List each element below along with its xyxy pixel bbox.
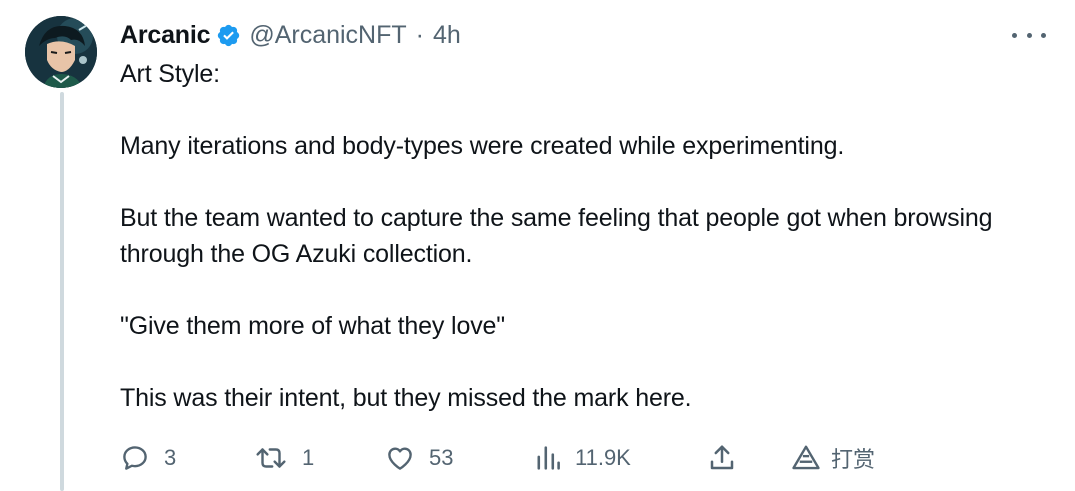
heart-icon xyxy=(388,447,412,470)
tweet-timestamp[interactable]: 4h xyxy=(433,21,461,50)
tip-triangle-icon xyxy=(792,445,820,470)
tip-button[interactable]: 打赏 xyxy=(791,434,875,482)
share-button[interactable] xyxy=(707,434,737,482)
retweet-button[interactable]: 1 xyxy=(254,434,314,482)
avatar[interactable] xyxy=(25,16,97,88)
views-button[interactable]: 11.9K xyxy=(535,434,631,482)
tweet-action-bar: 3 1 53 11.9K 打赏 xyxy=(0,434,1075,482)
views-count: 11.9K xyxy=(575,445,631,470)
anime-character-avatar-icon xyxy=(25,16,97,88)
tweet-text-line: But the team wanted to capture the same … xyxy=(120,204,993,268)
reply-count: 3 xyxy=(164,445,177,470)
tweet-text-line: Many iterations and body-types were crea… xyxy=(120,132,845,160)
tweet-text-line: Art Style: xyxy=(120,60,220,88)
share-upload-icon xyxy=(710,445,734,470)
reply-bubble-icon xyxy=(123,446,147,470)
ellipsis-icon[interactable] xyxy=(1012,26,1046,44)
author-display-name[interactable]: Arcanic xyxy=(120,21,211,50)
thread-connector-line xyxy=(60,92,64,491)
tip-label: 打赏 xyxy=(831,447,876,472)
tweet-text-line: "Give them more of what they love" xyxy=(120,312,506,340)
verified-badge-icon xyxy=(216,23,241,48)
like-button[interactable]: 53 xyxy=(385,434,453,482)
separator-dot: · xyxy=(415,20,424,49)
retweet-count: 1 xyxy=(302,445,315,470)
reply-button[interactable]: 3 xyxy=(120,434,176,482)
author-handle[interactable]: @ArcanicNFT xyxy=(249,21,406,50)
like-count: 53 xyxy=(429,445,454,470)
analytics-bars-icon xyxy=(537,446,560,470)
tweet-text: Art Style: Many iterations and body-type… xyxy=(120,56,1040,416)
tweet-text-line: This was their intent, but they missed t… xyxy=(120,384,692,412)
tweet-header: Arcanic @ArcanicNFT · 4h xyxy=(120,17,461,53)
retweet-icon xyxy=(256,448,286,468)
